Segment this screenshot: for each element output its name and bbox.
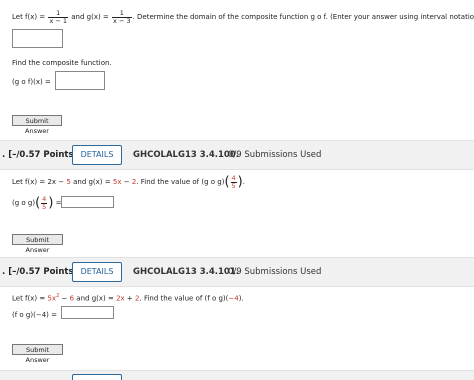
q2-submissions: 0/9 Submissions Used <box>228 150 322 160</box>
q2-prompt: Let f(x) = 2x − 5 and g(x) = 5x − 2. Fin… <box>12 174 245 190</box>
q1-prompt: Let f(x) = 1x − 1 and g(x) = 1x − 3. Det… <box>12 9 474 25</box>
q2-prompt-fraction: 45 <box>230 174 237 190</box>
q3-submit-button[interactable]: Submit Answer <box>12 344 63 364</box>
q2-details-button[interactable]: DETAILS <box>72 145 122 165</box>
q3-points: . [–/0.57 Points] <box>2 267 78 277</box>
q2-submit-button[interactable]: Submit Answer <box>12 234 63 254</box>
q1-submit-button[interactable]: Submit Answer <box>12 115 62 135</box>
composite-label: (g o f)(x) = <box>12 78 51 86</box>
q4-details-button[interactable] <box>72 374 122 380</box>
find-composite-label: Find the composite function. <box>12 59 112 67</box>
q2-answer-input[interactable] <box>61 196 114 208</box>
q3-answer-input[interactable] <box>61 306 114 319</box>
composite-answer-input[interactable] <box>55 71 105 90</box>
q2-header: . [–/0.57 Points] DETAILS GHCOLALG13 3.4… <box>0 140 474 170</box>
g-fraction: 1x − 3 <box>112 9 132 25</box>
q3-header: . [–/0.57 Points] DETAILS GHCOLALG13 3.4… <box>0 257 474 287</box>
q2-answer-fraction: 45 <box>41 195 48 211</box>
domain-answer-input[interactable] <box>12 29 63 48</box>
q2-code: GHCOLALG13 3.4.100. <box>133 150 239 160</box>
q3-prompt: Let f(x) = 5x2 − 6 and g(x) = 2x + 2. Fi… <box>12 293 244 303</box>
q2-points: . [–/0.57 Points] <box>2 150 78 160</box>
f-fraction: 1x − 1 <box>48 9 69 25</box>
q3-code: GHCOLALG13 3.4.101. <box>133 267 239 277</box>
q3-details-button[interactable]: DETAILS <box>72 262 122 282</box>
q3-submissions: 0/9 Submissions Used <box>228 267 322 277</box>
q3-answer-label: (f o g)(−4) = <box>12 311 57 319</box>
q2-answer-label: (g o g)(4 5) = <box>12 195 62 211</box>
q4-header <box>0 370 474 380</box>
